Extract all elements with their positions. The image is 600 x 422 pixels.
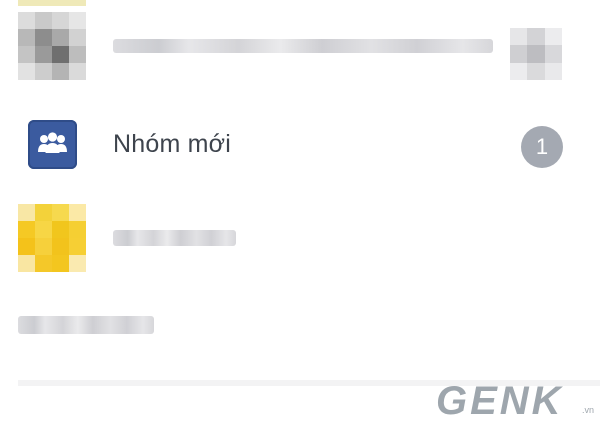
blurred-text	[113, 39, 493, 53]
row-title: Nhóm mới	[113, 130, 232, 158]
blurred-thumbnail	[510, 28, 562, 80]
genk-logo: GENK .vn	[432, 379, 600, 422]
blurred-avatar	[18, 204, 86, 272]
count-badge: 1	[521, 126, 563, 168]
list-item-blurred-2[interactable]	[0, 196, 600, 284]
blurred-text	[18, 316, 154, 334]
people-icon	[38, 132, 67, 153]
blurred-text	[113, 230, 236, 246]
list-item-new-group[interactable]: Nhóm mới 1	[0, 96, 600, 196]
group-icon	[28, 120, 77, 169]
logo-suffix: .vn	[582, 405, 594, 415]
list-item-blurred-3	[0, 296, 600, 368]
blurred-avatar	[18, 12, 86, 80]
list-item-blurred-1[interactable]	[0, 6, 600, 96]
logo-text: GENK	[436, 380, 564, 417]
